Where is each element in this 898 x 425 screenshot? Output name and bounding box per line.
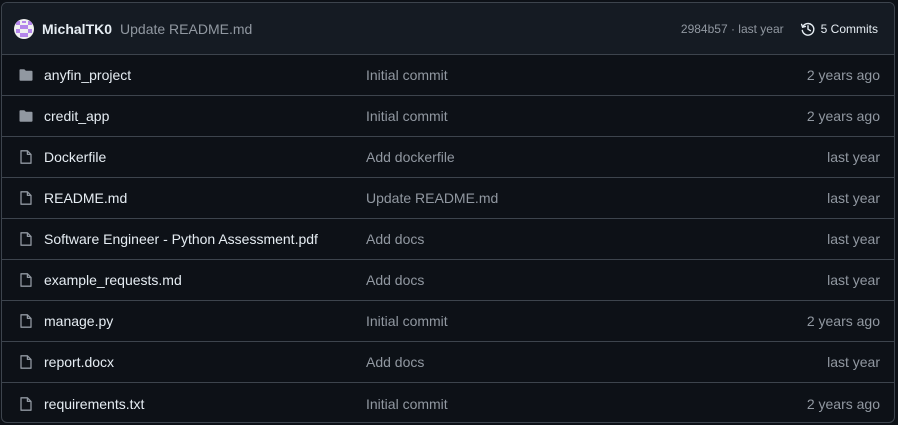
commit-time: last year bbox=[738, 21, 784, 36]
file-name-link[interactable]: credit_app bbox=[44, 108, 366, 124]
file-icon bbox=[18, 396, 34, 412]
file-commit-message[interactable]: Initial commit bbox=[366, 108, 807, 124]
commits-link[interactable]: 5 Commits bbox=[800, 21, 878, 37]
file-icon bbox=[18, 313, 34, 329]
file-commit-date: last year bbox=[827, 354, 880, 370]
file-commit-date: 2 years ago bbox=[806, 313, 880, 329]
file-list: anyfin_project Initial commit 2 years ago c… bbox=[2, 55, 894, 422]
file-commit-message[interactable]: Add dockerfile bbox=[366, 149, 827, 165]
file-icon bbox=[18, 272, 34, 288]
file-commit-date: last year bbox=[827, 190, 880, 206]
file-name-link[interactable]: Software Engineer - Python Assessment.pd… bbox=[44, 231, 366, 247]
file-commit-message[interactable]: Update README.md bbox=[366, 190, 827, 206]
file-name-link[interactable]: example_requests.md bbox=[44, 272, 366, 288]
latest-commit-message[interactable]: Update README.md bbox=[120, 21, 252, 37]
file-icon bbox=[18, 354, 34, 370]
file-commit-date: last year bbox=[827, 149, 880, 165]
file-row[interactable]: report.docx Add docs last year bbox=[2, 342, 894, 383]
file-icon bbox=[18, 149, 34, 165]
file-commit-message[interactable]: Initial commit bbox=[366, 313, 807, 329]
file-row[interactable]: Software Engineer - Python Assessment.pd… bbox=[2, 219, 894, 260]
file-name-link[interactable]: README.md bbox=[44, 190, 366, 206]
file-name-link[interactable]: anyfin_project bbox=[44, 67, 366, 83]
meta-separator: · bbox=[727, 21, 739, 36]
file-icon bbox=[18, 231, 34, 247]
file-commit-message[interactable]: Add docs bbox=[366, 272, 827, 288]
file-browser: MichalTK0 Update README.md 2984b57 · las… bbox=[1, 2, 895, 423]
file-name-link[interactable]: Dockerfile bbox=[44, 149, 366, 165]
commit-author[interactable]: MichalTK0 bbox=[42, 21, 112, 37]
file-name-link[interactable]: report.docx bbox=[44, 354, 366, 370]
file-row[interactable]: anyfin_project Initial commit 2 years ago bbox=[2, 55, 894, 96]
file-commit-message[interactable]: Add docs bbox=[366, 231, 827, 247]
history-icon bbox=[800, 22, 815, 36]
folder-icon bbox=[18, 108, 34, 124]
file-row[interactable]: README.md Update README.md last year bbox=[2, 178, 894, 219]
commit-meta: 2984b57 · last year bbox=[681, 22, 784, 36]
file-commit-date: 2 years ago bbox=[806, 108, 880, 124]
file-commit-date: last year bbox=[827, 272, 880, 288]
file-row[interactable]: Dockerfile Add dockerfile last year bbox=[2, 137, 894, 178]
file-commit-message[interactable]: Initial commit bbox=[366, 67, 807, 83]
file-icon bbox=[18, 190, 34, 206]
author-avatar[interactable] bbox=[14, 18, 34, 39]
file-commit-date: 2 years ago bbox=[806, 395, 880, 412]
latest-commit-header: MichalTK0 Update README.md 2984b57 · las… bbox=[2, 3, 894, 55]
file-row[interactable]: credit_app Initial commit 2 years ago bbox=[2, 96, 894, 137]
file-row[interactable]: example_requests.md Add docs last year bbox=[2, 260, 894, 301]
file-row[interactable]: requirements.txt Initial commit 2 years ag… bbox=[2, 383, 894, 422]
file-row[interactable]: manage.py Initial commit 2 years ago bbox=[2, 301, 894, 342]
file-commit-date: 2 years ago bbox=[806, 67, 880, 83]
folder-icon bbox=[18, 67, 34, 83]
file-commit-message[interactable]: Add docs bbox=[366, 354, 827, 370]
file-name-link[interactable]: manage.py bbox=[44, 313, 366, 329]
file-commit-date: last year bbox=[827, 231, 880, 247]
commits-count: 5 Commits bbox=[820, 21, 878, 36]
file-commit-message[interactable]: Initial commit bbox=[366, 396, 807, 412]
file-name-link[interactable]: requirements.txt bbox=[44, 396, 366, 412]
commit-hash[interactable]: 2984b57 bbox=[681, 22, 728, 36]
